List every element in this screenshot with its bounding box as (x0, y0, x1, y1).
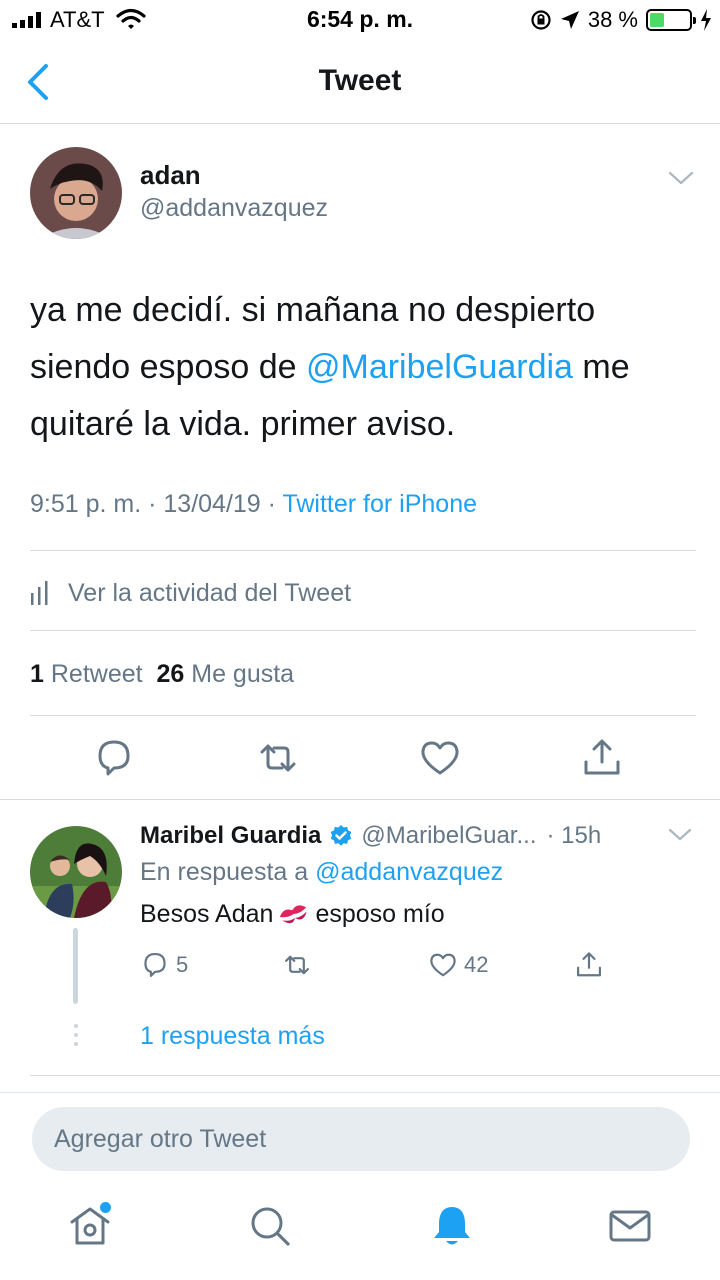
reply-share-button[interactable] (574, 948, 604, 982)
share-icon[interactable] (580, 736, 624, 780)
reply-avatar-photo (30, 826, 122, 918)
reply-actions: 5 42 (140, 948, 620, 982)
tweet-time: 9:51 p. m. (30, 490, 142, 518)
reply-count: 5 (176, 952, 189, 977)
notifications-icon[interactable] (428, 1202, 476, 1250)
reply-author-name[interactable]: Maribel Guardia (140, 822, 321, 850)
reply-retweet-button[interactable] (282, 948, 312, 982)
battery-percent: 38 % (587, 7, 638, 32)
mention-link[interactable]: @MaribelGuardia (306, 348, 573, 386)
tweet-stats: 1 Retweet 26 Me gusta (30, 660, 294, 689)
divider (30, 715, 696, 716)
heart-icon (430, 953, 456, 977)
author-handle[interactable]: @addanvazquez (140, 194, 328, 223)
reply-avatar[interactable] (30, 826, 122, 918)
kiss-mark-icon (280, 904, 307, 923)
reply-icon (144, 953, 166, 977)
retweet-icon (285, 955, 309, 975)
tweet-meta: 9:51 p. m. · 13/04/19 · Twitter for iPho… (30, 490, 478, 518)
status-right: 38 % (530, 6, 712, 34)
avatar[interactable] (30, 147, 122, 239)
reply-text: Besos Adan esposo mío (140, 900, 445, 929)
author-name[interactable]: adan (140, 160, 201, 191)
more-replies-link[interactable]: 1 respuesta más (140, 1022, 325, 1051)
divider (0, 799, 720, 800)
retweet-label[interactable]: Retweet (51, 660, 143, 688)
retweet-icon[interactable] (256, 736, 300, 780)
in-reply-handle-link[interactable]: @addanvazquez (315, 858, 503, 886)
reply-header: Maribel Guardia @MaribelGuar... · 15h (140, 820, 601, 852)
battery-level (650, 13, 665, 27)
new-content-indicator (100, 1202, 111, 1213)
in-reply-to: En respuesta a @addanvazquez (140, 858, 503, 887)
reply-text-part: esposo mío (315, 900, 445, 928)
tweet-activity-link[interactable]: Ver la actividad del Tweet (30, 575, 351, 611)
status-bar: AT&T 6:54 p. m. 38 % (0, 0, 720, 40)
reply-like-count: 42 (464, 952, 489, 977)
thread-dots (73, 1024, 79, 1052)
heart-icon[interactable] (418, 736, 462, 780)
tweet-date: 13/04/19 (163, 490, 261, 518)
like-count[interactable]: 26 (156, 660, 184, 688)
composer-bar: Agregar otro Tweet (0, 1092, 720, 1186)
reply-author-handle[interactable]: @MaribelGuar... (361, 822, 536, 850)
search-icon[interactable] (246, 1202, 294, 1250)
divider (30, 1075, 720, 1076)
avatar-photo (30, 147, 122, 239)
reply-time: · 15h (546, 822, 602, 849)
reply-time-value: 15h (561, 822, 602, 849)
reply-icon[interactable] (92, 736, 136, 780)
thread-line (73, 928, 78, 1004)
reply-like-button[interactable]: 42 (428, 948, 488, 982)
share-icon (577, 952, 601, 977)
location-icon (560, 11, 579, 29)
tweet-source-link[interactable]: Twitter for iPhone (282, 490, 477, 518)
battery-icon (646, 9, 696, 31)
activity-label: Ver la actividad del Tweet (68, 578, 352, 607)
reply-text-part: Besos Adan (140, 900, 274, 928)
messages-icon[interactable] (606, 1202, 654, 1250)
like-label[interactable]: Me gusta (191, 660, 294, 688)
orientation-lock-icon (531, 10, 551, 30)
divider (30, 550, 696, 551)
analytics-icon (31, 581, 48, 605)
nav-bar: Tweet (0, 40, 720, 124)
chevron-down-icon[interactable] (668, 168, 694, 188)
divider (30, 630, 696, 631)
verified-badge-icon (331, 825, 352, 846)
tweet-text: ya me decidí. si mañana no despierto sie… (30, 282, 690, 453)
retweet-count[interactable]: 1 (30, 660, 44, 688)
reply-reply-button[interactable]: 5 (140, 948, 188, 982)
in-reply-prefix: En respuesta a (140, 858, 309, 886)
tweet-actions (0, 736, 720, 786)
charging-icon (701, 9, 711, 31)
add-tweet-input[interactable]: Agregar otro Tweet (32, 1107, 690, 1171)
page-title: Tweet (318, 64, 402, 97)
chevron-down-icon[interactable] (668, 826, 692, 844)
